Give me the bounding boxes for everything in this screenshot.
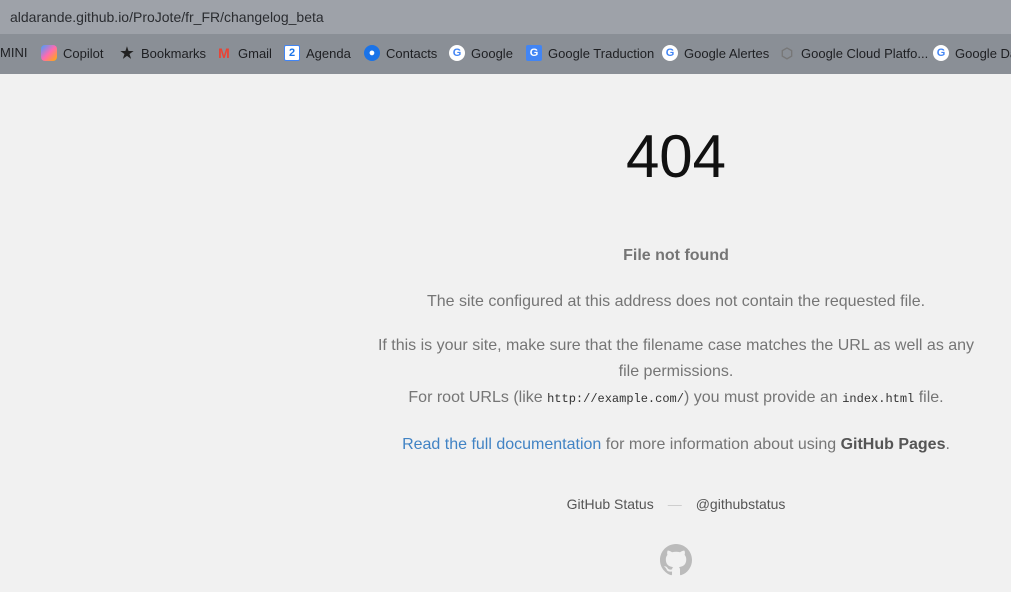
bookmark-label: Agenda (306, 45, 351, 61)
calendar-icon: 2 (284, 45, 300, 61)
github-status-link[interactable]: GitHub Status (567, 496, 654, 512)
separator: — (667, 496, 682, 512)
bookmark-label: Contacts (386, 45, 438, 61)
translate-icon: G (526, 45, 542, 61)
error-code: 404 (625, 123, 727, 190)
bookmark-label: Google Da (955, 45, 1011, 61)
footer: GitHub Status — @githubstatus (376, 496, 976, 512)
bookmark-mini[interactable]: MINI (0, 45, 27, 60)
code-index-html: index.html (842, 392, 915, 406)
bookmark-gmail[interactable]: M Gmail (216, 45, 272, 61)
text: . (945, 436, 950, 453)
twitter-link[interactable]: @githubstatus (696, 496, 786, 512)
bookmark-google-da[interactable]: G Google Da (933, 45, 1011, 61)
bookmark-google-alertes[interactable]: G Google Alertes (662, 45, 769, 61)
bookmark-google-traduction[interactable]: G Google Traduction (526, 45, 654, 61)
contacts-icon: ● (364, 45, 380, 61)
bookmark-label: Google Alertes (684, 45, 770, 61)
address-bar[interactable]: aldarande.github.io/ProJote/fr_FR/change… (0, 0, 1011, 34)
bookmark-google[interactable]: G Google (449, 45, 513, 61)
text: file. (914, 389, 944, 406)
github-pages-text: GitHub Pages (840, 436, 946, 453)
bookmark-label: Google (471, 45, 513, 61)
documentation-link[interactable]: Read the full documentation (402, 436, 601, 453)
bookmark-label: Bookmarks (141, 45, 207, 61)
bookmark-label: Google Traduction (548, 45, 655, 61)
error-title: File not found (623, 247, 729, 264)
text: ) you must provide an (683, 389, 843, 406)
github-octocat-icon[interactable] (376, 544, 976, 581)
description: The site configured at this address does… (426, 293, 926, 310)
code-example-url: http://example.com/ (547, 392, 684, 406)
google-icon: G (933, 45, 949, 61)
bookmarks-bar: MINI Copilot ★ Bookmarks M Gmail 2 Agenda ●… (0, 34, 1011, 74)
google-icon: G (449, 45, 465, 61)
star-icon: ★ (120, 45, 134, 62)
bookmark-label: Gmail (238, 45, 272, 61)
text: For root URLs (like (408, 389, 548, 406)
bookmark-agenda[interactable]: 2 Agenda (284, 45, 351, 61)
bookmark-label: Google Cloud Platfo... (801, 45, 929, 61)
text: for more information about using (601, 436, 841, 453)
bookmark-label: Copilot (63, 45, 104, 61)
bookmark-copilot[interactable]: Copilot (41, 45, 103, 61)
google-icon: G (662, 45, 678, 61)
bookmark-contacts[interactable]: ● Contacts (364, 45, 437, 61)
url-text[interactable]: aldarande.github.io/ProJote/fr_FR/change… (10, 9, 324, 25)
copilot-icon (41, 45, 57, 61)
hint-text: If this is your site, make sure that the… (377, 337, 975, 380)
docs-line: Read the full documentation for more inf… (376, 432, 976, 458)
gmail-icon: M (218, 45, 230, 61)
root-url-hint: For root URLs (like http://example.com/)… (376, 385, 976, 412)
error-content: 404 File not found The site configured a… (376, 110, 976, 581)
bookmark-label: MINI (0, 45, 28, 60)
cloud-icon: ⬡ (780, 44, 794, 61)
bookmark-bookmarks[interactable]: ★ Bookmarks (119, 45, 207, 62)
bookmark-google-cloud[interactable]: ⬡ Google Cloud Platfo... (779, 45, 928, 61)
